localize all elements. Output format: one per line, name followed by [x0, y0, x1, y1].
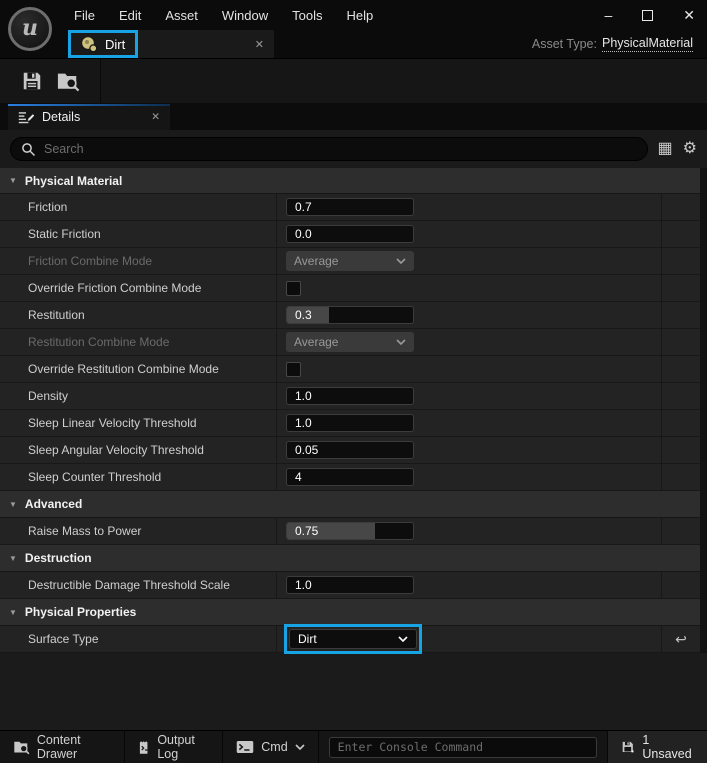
reset-to-default-icon[interactable]: ↩ [675, 631, 687, 648]
asset-tab-label: Dirt [105, 37, 125, 52]
row-override-restitution-combine-mode: Override Restitution Combine Mode [0, 356, 700, 383]
tab-details[interactable]: Details ✕ [8, 104, 170, 130]
unreal-engine-logo-icon: u [8, 7, 52, 51]
title-bar: u File Edit Asset Window Tools Help – ✕ … [0, 0, 707, 58]
search-input[interactable] [44, 142, 637, 156]
menu-tools[interactable]: Tools [280, 0, 334, 30]
property-matrix-icon[interactable]: ▦ [658, 141, 673, 157]
row-density: Density 1.0 [0, 383, 700, 410]
status-bar: Content Drawer Output Log Cmd * [0, 730, 707, 763]
restitution-combine-mode-dropdown: Average [286, 332, 414, 352]
folder-magnifier-icon [56, 70, 80, 92]
save-floppy-icon [21, 70, 43, 92]
window-controls: – ✕ [604, 0, 695, 30]
menu-window[interactable]: Window [210, 0, 280, 30]
save-button[interactable] [14, 65, 50, 97]
chevron-down-icon [396, 339, 406, 345]
content-drawer-folder-icon [13, 738, 30, 756]
asset-type-label: Asset Type: [532, 37, 597, 51]
asset-tab-dirt[interactable]: Dirt ✕ [68, 30, 274, 58]
density-input[interactable]: 1.0 [286, 387, 414, 405]
expand-triangle-icon: ▼ [9, 176, 17, 185]
sleep-linear-velocity-threshold-input[interactable]: 1.0 [286, 414, 414, 432]
physical-material-asset-icon [81, 36, 98, 53]
destructible-damage-threshold-scale-input[interactable]: 1.0 [286, 576, 414, 594]
details-empty-area [0, 653, 707, 730]
tutorial-highlight-box: Dirt [68, 30, 138, 58]
override-restitution-combine-mode-checkbox[interactable] [286, 362, 301, 377]
menu-bar: File Edit Asset Window Tools Help [62, 0, 385, 30]
asset-tab-row: Dirt ✕ Asset Type: PhysicalMaterial [62, 30, 707, 58]
section-advanced[interactable]: ▼ Advanced [0, 491, 700, 518]
menu-help[interactable]: Help [334, 0, 385, 30]
svg-text:*: * [631, 749, 634, 756]
details-search-row: ▦ ⚙ [0, 130, 707, 168]
override-friction-combine-mode-checkbox[interactable] [286, 281, 301, 296]
section-destruction[interactable]: ▼ Destruction [0, 545, 700, 572]
sleep-counter-threshold-input[interactable]: 4 [286, 468, 414, 486]
cmd-selector[interactable]: Cmd [223, 731, 318, 763]
unsaved-floppy-icon: * [621, 739, 636, 756]
friction-input[interactable]: 0.7 [286, 198, 414, 216]
raise-mass-to-power-slider[interactable]: 0.75 [286, 522, 414, 540]
row-friction-combine-mode: Friction Combine Mode Average [0, 248, 700, 275]
asset-type-value[interactable]: PhysicalMaterial [602, 36, 693, 52]
menu-file[interactable]: File [62, 0, 107, 30]
unsaved-changes-button[interactable]: * 1 Unsaved [607, 731, 707, 763]
row-destructible-damage-threshold-scale: Destructible Damage Threshold Scale 1.0 [0, 572, 700, 599]
row-static-friction: Static Friction 0.0 [0, 221, 700, 248]
browse-to-asset-button[interactable] [50, 65, 86, 97]
section-physical-material[interactable]: ▼ Physical Material [0, 168, 700, 194]
expand-triangle-icon: ▼ [9, 500, 17, 509]
row-sleep-counter-threshold: Sleep Counter Threshold 4 [0, 464, 700, 491]
search-box[interactable] [10, 137, 648, 161]
details-property-grid: ▼ Physical Material Friction 0.7 Static … [0, 168, 707, 653]
console-command-input[interactable] [329, 737, 597, 758]
output-log-button[interactable]: Output Log [125, 731, 224, 763]
row-sleep-angular-velocity-threshold: Sleep Angular Velocity Threshold 0.05 [0, 437, 700, 464]
row-surface-type: Surface Type Dirt ↩ [0, 626, 700, 653]
console-command-area [319, 731, 607, 763]
tutorial-highlight-box: Dirt [289, 629, 417, 649]
row-friction: Friction 0.7 [0, 194, 700, 221]
expand-triangle-icon: ▼ [9, 608, 17, 617]
output-log-icon [138, 739, 151, 756]
menu-edit[interactable]: Edit [107, 0, 153, 30]
chevron-down-icon [398, 636, 408, 642]
close-icon[interactable]: ✕ [683, 8, 695, 22]
search-icon [21, 142, 36, 157]
menu-asset[interactable]: Asset [153, 0, 210, 30]
details-pencil-icon [18, 109, 34, 125]
row-sleep-linear-velocity-threshold: Sleep Linear Velocity Threshold 1.0 [0, 410, 700, 437]
restitution-slider[interactable]: 0.3 [286, 306, 414, 324]
minimize-icon[interactable]: – [604, 8, 612, 22]
row-raise-mass-to-power: Raise Mass to Power 0.75 [0, 518, 700, 545]
content-drawer-button[interactable]: Content Drawer [0, 731, 125, 763]
maximize-icon[interactable] [642, 10, 653, 21]
asset-editor-toolbar [0, 58, 707, 103]
row-restitution: Restitution 0.3 [0, 302, 700, 329]
asset-type: Asset Type: PhysicalMaterial [532, 30, 693, 58]
row-override-friction-combine-mode: Override Friction Combine Mode [0, 275, 700, 302]
details-tab-label: Details [42, 110, 80, 124]
expand-triangle-icon: ▼ [9, 554, 17, 563]
terminal-icon [236, 740, 254, 754]
toolbar-separator [100, 59, 101, 103]
surface-type-dropdown[interactable]: Dirt [289, 629, 417, 649]
settings-gear-icon[interactable]: ⚙ [683, 141, 697, 157]
section-physical-properties[interactable]: ▼ Physical Properties [0, 599, 700, 626]
details-tab-close-icon[interactable]: ✕ [151, 111, 160, 123]
sleep-angular-velocity-threshold-input[interactable]: 0.05 [286, 441, 414, 459]
chevron-down-icon [295, 744, 305, 750]
active-tab-accent-line [8, 104, 170, 106]
friction-combine-mode-dropdown: Average [286, 251, 414, 271]
details-tab-bar: Details ✕ [0, 103, 707, 130]
static-friction-input[interactable]: 0.0 [286, 225, 414, 243]
chevron-down-icon [396, 258, 406, 264]
asset-tab-close-icon[interactable]: ✕ [255, 38, 264, 51]
row-restitution-combine-mode: Restitution Combine Mode Average [0, 329, 700, 356]
